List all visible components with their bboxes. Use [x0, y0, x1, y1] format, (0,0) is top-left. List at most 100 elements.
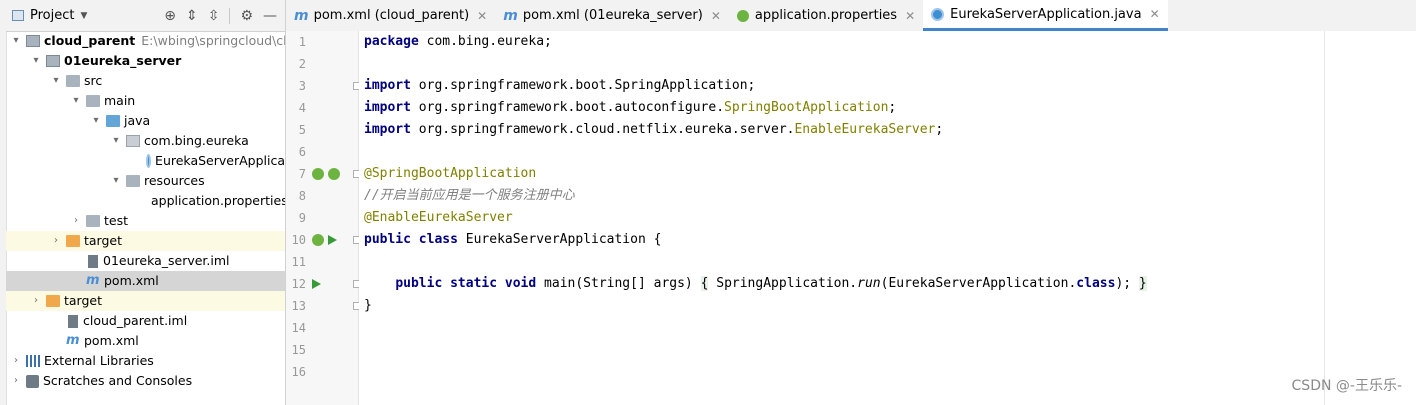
maven-icon: m: [503, 7, 518, 24]
tree-item-label: test: [104, 213, 129, 228]
code-editor[interactable]: package com.bing.eureka; import org.sprin…: [359, 31, 1416, 405]
project-tree: ▾cloud_parentE:\wbing\springcloud\clou▾0…: [6, 31, 285, 391]
chevron-down-icon[interactable]: ▾: [30, 51, 42, 71]
editor-tab[interactable]: application.properties ✕: [729, 0, 923, 31]
tree-item[interactable]: m pom.xml: [6, 331, 285, 351]
close-icon[interactable]: ✕: [477, 9, 487, 23]
close-icon[interactable]: ✕: [1150, 7, 1160, 21]
tree-item[interactable]: › Scratches and Consoles: [6, 371, 285, 391]
project-view-selector[interactable]: Project ▼: [12, 8, 87, 23]
code-line: //开启当前应用是一个服务注册中心: [364, 188, 575, 203]
tab-label: pom.xml (01eureka_server): [522, 8, 703, 23]
line-number: 13: [291, 299, 306, 313]
tree-item[interactable]: ▾ cloud_parent E:\wbing\springcloud\clou: [6, 31, 285, 51]
watermark: CSDN @-王乐乐-: [1291, 378, 1402, 394]
tree-item[interactable]: ▾ main: [6, 91, 285, 111]
editor-tab[interactable]: EurekaServerApplication.java ✕: [923, 0, 1168, 31]
folder-icon: [126, 135, 140, 147]
line-number: 6: [298, 145, 306, 159]
tree-item[interactable]: › target: [6, 231, 285, 251]
line-number: 1: [298, 35, 306, 49]
chevron-down-icon[interactable]: ▾: [50, 71, 62, 91]
tree-item-label: Scratches and Consoles: [43, 373, 193, 388]
tree-item-label: application.properties: [151, 193, 286, 208]
tree-item-label: com.bing.eureka: [144, 133, 249, 148]
line-number: 5: [298, 123, 306, 137]
spring-bean-icon[interactable]: [328, 168, 340, 180]
chevron-down-icon[interactable]: ▾: [110, 131, 122, 151]
tree-item[interactable]: › External Libraries: [6, 351, 285, 371]
code-line: }: [364, 298, 372, 313]
tree-item[interactable]: application.properties: [6, 191, 285, 211]
tab-label: application.properties: [754, 8, 898, 23]
locate-icon[interactable]: ⊕: [164, 8, 176, 24]
code-line: import org.springframework.boot.SpringAp…: [364, 78, 756, 93]
editor-gutter: 1 2 3 4 5 6 7 8 9 10 11 12 13 14 15 16: [286, 31, 361, 405]
tree-item[interactable]: ▾ com.bing.eureka: [6, 131, 285, 151]
tree-item-label: target: [64, 293, 103, 308]
editor-tabs: m pom.xml (cloud_parent) ✕ m pom.xml (01eure…: [286, 0, 1416, 32]
editor-tab[interactable]: m pom.xml (01eureka_server) ✕: [495, 0, 729, 31]
chevron-down-icon[interactable]: ▾: [70, 91, 82, 111]
chevron-down-icon[interactable]: ▾: [110, 171, 122, 191]
line-number: 4: [298, 101, 306, 115]
chevron-right-icon[interactable]: ›: [50, 231, 62, 251]
gear-icon[interactable]: ⚙: [240, 8, 253, 24]
chevron-right-icon[interactable]: ›: [10, 351, 22, 371]
tree-item[interactable]: cloud_parent.iml: [6, 311, 285, 331]
tab-label: EurekaServerApplication.java: [950, 6, 1142, 22]
folder-icon: [106, 115, 120, 127]
maven-icon: m: [294, 7, 309, 24]
chevron-right-icon[interactable]: ›: [70, 211, 82, 231]
line-number: 14: [291, 321, 306, 335]
close-icon[interactable]: ✕: [711, 9, 721, 23]
right-margin-guide: [1324, 31, 1325, 405]
spring-leaf-icon: [736, 9, 749, 22]
project-icon: [12, 10, 24, 21]
line-number: 15: [291, 343, 306, 357]
module-file-icon: [68, 314, 78, 328]
collapse-all-icon[interactable]: ⇳: [208, 8, 220, 24]
expand-all-icon[interactable]: ⇕: [186, 8, 198, 24]
hide-icon[interactable]: —: [263, 8, 277, 24]
editor-tab[interactable]: m pom.xml (cloud_parent) ✕: [286, 0, 495, 31]
maven-icon: m: [86, 273, 100, 288]
line-number: 11: [291, 255, 306, 269]
spring-bean-icon[interactable]: [312, 168, 324, 180]
chevron-right-icon[interactable]: ›: [10, 371, 22, 391]
code-line: public class EurekaServerApplication {: [364, 232, 662, 247]
gutter-icons: [312, 163, 340, 185]
spring-bean-icon[interactable]: [312, 234, 324, 246]
code-line: @EnableEurekaServer: [364, 210, 513, 225]
tree-item[interactable]: › target: [6, 291, 285, 311]
tree-item[interactable]: EurekaServerApplica: [6, 151, 285, 171]
run-icon[interactable]: [312, 279, 321, 289]
scratches-icon: [26, 374, 39, 388]
tree-item-label: pom.xml: [104, 273, 159, 288]
code-line: public static void main(String[] args) {…: [395, 276, 1147, 291]
close-icon[interactable]: ✕: [905, 9, 915, 23]
tree-item[interactable]: 01eureka_server.iml: [6, 251, 285, 271]
tab-label: pom.xml (cloud_parent): [313, 8, 470, 23]
divider: [229, 7, 231, 24]
run-icon[interactable]: [328, 235, 337, 245]
tree-item-label: pom.xml: [84, 333, 139, 348]
tree-item-label: java: [124, 113, 151, 128]
tree-item-label: target: [84, 233, 123, 248]
folder-icon: [66, 235, 80, 247]
folder-icon: [46, 295, 60, 307]
tree-item-label: cloud_parent: [44, 33, 136, 48]
tree-item[interactable]: m pom.xml: [6, 271, 285, 291]
tree-item-path: E:\wbing\springcloud\clou: [141, 33, 286, 48]
chevron-down-icon[interactable]: ▾: [90, 111, 102, 131]
tree-item[interactable]: ▾ resources: [6, 171, 285, 191]
chevron-right-icon[interactable]: ›: [30, 291, 42, 311]
code-line: import org.springframework.boot.autoconf…: [364, 100, 897, 115]
tree-item[interactable]: ▾ 01eureka_server: [6, 51, 285, 71]
chevron-down-icon[interactable]: ▾: [10, 31, 22, 51]
tree-item[interactable]: › test: [6, 211, 285, 231]
tree-item[interactable]: ▾ java: [6, 111, 285, 131]
tree-item[interactable]: ▾ src: [6, 71, 285, 91]
library-icon: [26, 355, 40, 367]
line-number: 2: [298, 57, 306, 71]
